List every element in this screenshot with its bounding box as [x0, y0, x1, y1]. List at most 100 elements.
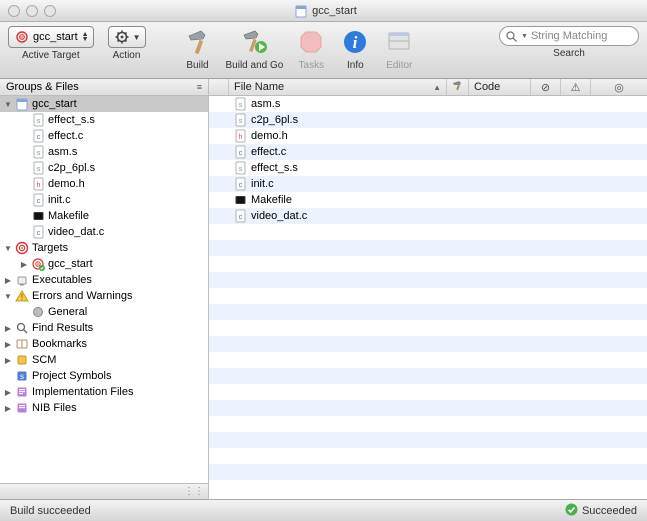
sidebar-item[interactable]: cinit.c [0, 192, 208, 208]
minimize-window-button[interactable] [26, 5, 38, 17]
file-row[interactable]: Makefile [209, 192, 647, 208]
sidebar-item[interactable]: ▶ Implementation Files [0, 384, 208, 400]
file-row[interactable]: ceffect.c [209, 144, 647, 160]
svg-text:i: i [353, 33, 358, 52]
sidebar: Groups & Files ≡ ▼gcc_startseffect_s.sce… [0, 79, 209, 499]
file-row[interactable]: seffect_s.s [209, 160, 647, 176]
general-icon [31, 305, 45, 319]
disclosure-open-icon[interactable]: ▼ [4, 292, 12, 301]
svg-text:s: s [238, 166, 242, 173]
sidebar-header-menu-icon[interactable]: ≡ [197, 82, 202, 92]
file-row[interactable]: cvideo_dat.c [209, 208, 647, 224]
file-row [209, 288, 647, 304]
file-row [209, 464, 647, 480]
col-filename[interactable]: File Name ▲ [229, 79, 447, 95]
tasks-button[interactable]: Tasks [295, 26, 327, 71]
action-popup[interactable]: ▼ [108, 26, 146, 48]
disclosure-closed-icon[interactable]: ▶ [4, 388, 12, 397]
sidebar-item[interactable]: ▼gcc_start [0, 96, 208, 112]
search-group: ▼ String Matching Search [499, 26, 639, 59]
chevron-down-icon: ▼ [133, 33, 141, 42]
target-icon [15, 30, 29, 44]
file-row[interactable]: sasm.s [209, 96, 647, 112]
svg-text:c: c [238, 214, 242, 221]
active-target-popup[interactable]: gcc_start ▲▼ [8, 26, 94, 48]
file-row [209, 432, 647, 448]
search-field[interactable]: ▼ String Matching [499, 26, 639, 46]
col-target[interactable]: ◎ [591, 79, 647, 95]
zoom-window-button[interactable] [44, 5, 56, 17]
svg-text:s: s [238, 118, 242, 125]
svg-text:c: c [238, 150, 242, 157]
build-and-go-button[interactable]: Build and Go [226, 26, 284, 71]
sidebar-bottom-strip: ⋮⋮ [0, 483, 208, 499]
file-make-icon [233, 193, 247, 207]
disclosure-closed-icon[interactable]: ▶ [4, 276, 12, 285]
file-list-rows[interactable]: sasm.s s c2p_6pl.sh demo.h ceffect.cseffect_… [209, 96, 647, 499]
sidebar-item[interactable]: ▶NIB Files [0, 400, 208, 416]
file-row[interactable]: s c2p_6pl.s [209, 112, 647, 128]
file-h-icon: h [31, 177, 45, 191]
sidebar-item[interactable]: sasm.s [0, 144, 208, 160]
success-check-icon [565, 503, 578, 519]
col-code[interactable]: Code [469, 79, 531, 95]
hammer-small-icon [452, 80, 463, 94]
disclosure-closed-icon[interactable]: ▶ [4, 356, 12, 365]
tasks-caption: Tasks [299, 60, 325, 71]
col-warning[interactable]: ⚠ [561, 79, 591, 95]
target-small-icon: ◎ [614, 81, 624, 94]
sidebar-item-label: Implementation Files [32, 386, 134, 398]
sidebar-resize-icon[interactable]: ⋮⋮ [184, 486, 204, 497]
sidebar-item[interactable]: ▶ Bookmarks [0, 336, 208, 352]
sidebar-item[interactable]: hdemo.h [0, 176, 208, 192]
sidebar-item-label: c2p_6pl.s [48, 162, 95, 174]
file-row [209, 416, 647, 432]
build-button[interactable]: Build [182, 26, 214, 71]
sidebar-item[interactable]: Makefile [0, 208, 208, 224]
sidebar-item[interactable]: General [0, 304, 208, 320]
active-target-caption: Active Target [22, 50, 80, 61]
disclosure-closed-icon[interactable]: ▶ [20, 260, 28, 269]
sidebar-tree[interactable]: ▼gcc_startseffect_s.sceffect.csasm.ssc2p… [0, 96, 208, 483]
statusbar: Build succeeded Succeeded [0, 499, 647, 521]
sidebar-item[interactable]: ▶gcc_start [0, 256, 208, 272]
sidebar-item[interactable]: seffect_s.s [0, 112, 208, 128]
sidebar-item[interactable]: cvideo_dat.c [0, 224, 208, 240]
close-window-button[interactable] [8, 5, 20, 17]
scm-icon [15, 353, 29, 367]
sidebar-item[interactable]: ▶ Executables [0, 272, 208, 288]
file-c-icon: c [31, 193, 45, 207]
disclosure-closed-icon[interactable]: ▶ [4, 324, 12, 333]
file-name-label: c2p_6pl.s [251, 114, 298, 126]
col-check[interactable] [209, 79, 229, 95]
col-error[interactable]: ⊘ [531, 79, 561, 95]
info-button[interactable]: i Info [339, 26, 371, 71]
sidebar-item-label: Bookmarks [32, 338, 87, 350]
window-title: gcc_start [64, 4, 587, 18]
action-caption: Action [113, 50, 141, 61]
file-make-icon [31, 209, 45, 223]
sidebar-item[interactable]: ▼Targets [0, 240, 208, 256]
sidebar-item[interactable]: ▶Find Results [0, 320, 208, 336]
sidebar-header: Groups & Files ≡ [0, 79, 208, 96]
gear-icon [115, 30, 129, 44]
sidebar-item-label: Executables [32, 274, 92, 286]
file-row[interactable]: cinit.c [209, 176, 647, 192]
svg-text:h: h [238, 134, 242, 141]
file-row[interactable]: h demo.h [209, 128, 647, 144]
col-build[interactable] [447, 79, 469, 95]
sidebar-item[interactable]: ▼!Errors and Warnings [0, 288, 208, 304]
file-name-label: demo.h [251, 130, 288, 142]
disclosure-closed-icon[interactable]: ▶ [4, 404, 12, 413]
search-icon [504, 29, 518, 43]
symbols-icon: s [15, 369, 29, 383]
sidebar-item[interactable]: sc2p_6pl.s [0, 160, 208, 176]
editor-button[interactable]: Editor [383, 26, 415, 71]
disclosure-open-icon[interactable]: ▼ [4, 244, 12, 253]
sidebar-item[interactable]: sProject Symbols [0, 368, 208, 384]
sidebar-item[interactable]: ▶SCM [0, 352, 208, 368]
disclosure-open-icon[interactable]: ▼ [4, 100, 12, 109]
disclosure-closed-icon[interactable]: ▶ [4, 340, 12, 349]
sidebar-item[interactable]: ceffect.c [0, 128, 208, 144]
toolbar: gcc_start ▲▼ Active Target ▼ Action Buil… [0, 22, 647, 79]
